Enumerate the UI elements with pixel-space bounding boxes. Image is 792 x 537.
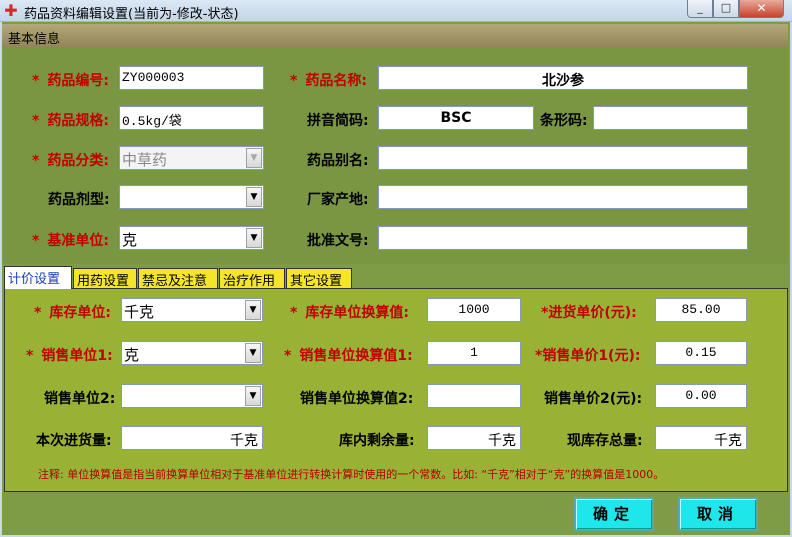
tab-therapeutic-effects[interactable]: 治疗作用 [219, 268, 285, 289]
stock-unit-select[interactable]: 千克 ▼ [121, 298, 263, 322]
chevron-down-icon[interactable]: ▼ [245, 343, 261, 363]
app-cross-icon: ✚ [4, 1, 18, 20]
barcode-field[interactable] [593, 106, 748, 130]
sale-unit2-select[interactable]: ▼ [121, 384, 263, 408]
spec-label: * 药品规格: [32, 113, 109, 129]
title-bar: ✚ 药品资料编辑设置(当前为-修改-状态) [0, 0, 792, 22]
base-unit-label: * 基准单位: [32, 233, 109, 249]
sale-unit1-label: * 销售单位1: [26, 348, 113, 364]
dosage-label: 药品剂型: [48, 192, 110, 208]
ok-button[interactable]: 确定 [574, 497, 654, 531]
sale-conv1-label: * 销售单位换算值1: [284, 348, 413, 364]
footer-bar [2, 492, 788, 535]
origin-label: 厂家产地: [307, 192, 369, 208]
spec-field[interactable]: 0.5kg/袋 [119, 106, 264, 130]
sale-unit1-select[interactable]: 克 ▼ [121, 341, 263, 365]
stock-conv-field[interactable]: 1000 [427, 298, 521, 322]
minimize-button[interactable]: _ [687, 0, 713, 18]
approval-label: 批准文号: [307, 233, 369, 249]
tab-medication[interactable]: 用药设置 [73, 268, 137, 289]
sale-unit2-label: 销售单位2: [44, 391, 116, 407]
alias-field[interactable] [378, 146, 748, 170]
category-select[interactable]: 中草药 ▼ [119, 146, 264, 170]
purchase-price-field[interactable]: 85.00 [655, 298, 747, 322]
remain-label: 库内剩余量: [339, 433, 415, 449]
tab-contraindications[interactable]: 禁忌及注意 [138, 268, 218, 289]
this-qty-label: 本次进货量: [36, 433, 112, 449]
chevron-down-icon[interactable]: ▼ [246, 187, 262, 207]
tab-pricing[interactable]: 计价设置 [4, 266, 72, 289]
drug-code-label: * 药品编号: [32, 73, 109, 89]
total-label: 现库存总量: [567, 433, 643, 449]
tab-other-settings[interactable]: 其它设置 [286, 268, 352, 289]
chevron-down-icon[interactable]: ▼ [245, 386, 261, 406]
alias-label: 药品别名: [307, 153, 369, 169]
origin-field[interactable] [378, 185, 748, 209]
pinyin-label: 拼音简码: [307, 113, 369, 129]
sale-price1-label: *销售单价1(元): [535, 348, 641, 364]
drug-code-field[interactable]: ZY000003 [119, 66, 264, 90]
approval-field[interactable] [378, 226, 748, 250]
purchase-price-label: *进货单价(元): [541, 305, 637, 321]
stock-conv-label: * 库存单位换算值: [290, 305, 409, 321]
close-button[interactable]: ✕ [739, 0, 784, 18]
maximize-button[interactable]: □ [713, 0, 739, 18]
unit-conversion-note: 注释: 单位换算值是指当前换算单位相对于基准单位进行转换计算时使用的一个常数。比… [38, 468, 665, 481]
chevron-down-icon[interactable]: ▼ [245, 300, 261, 320]
sale-price2-field[interactable]: 0.00 [655, 384, 747, 408]
total-field: 千克 [655, 426, 747, 450]
category-label: * 药品分类: [32, 153, 109, 169]
this-qty-field[interactable]: 千克 [121, 426, 263, 450]
sale-conv1-field[interactable]: 1 [427, 341, 521, 365]
chevron-down-icon[interactable]: ▼ [246, 228, 262, 248]
basic-info-header: 基本信息 [2, 24, 788, 48]
cancel-button[interactable]: 取消 [678, 497, 758, 531]
barcode-label: 条形码: [540, 113, 588, 129]
window-title: 药品资料编辑设置(当前为-修改-状态) [24, 7, 239, 22]
base-unit-select[interactable]: 克 ▼ [119, 226, 264, 250]
dosage-select[interactable]: ▼ [119, 185, 264, 209]
chevron-down-icon[interactable]: ▼ [246, 148, 262, 168]
drug-name-field[interactable]: 北沙参 [378, 66, 748, 90]
sale-conv2-label: 销售单位换算值2: [300, 391, 414, 407]
pinyin-field[interactable]: BSC [378, 106, 534, 130]
sale-conv2-field[interactable] [427, 384, 521, 408]
sale-price2-label: 销售单价2(元): [544, 391, 643, 407]
sale-price1-field[interactable]: 0.15 [655, 341, 747, 365]
remain-field: 千克 [427, 426, 521, 450]
stock-unit-label: * 库存单位: [34, 305, 111, 321]
drug-name-label: * 药品名称: [290, 73, 367, 89]
